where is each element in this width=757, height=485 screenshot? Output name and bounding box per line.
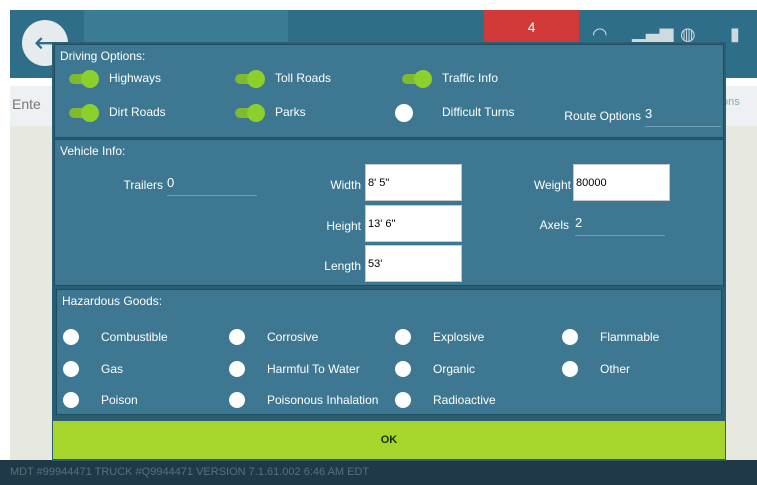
axels-label: Axels: [539, 218, 569, 232]
width-input[interactable]: 8' 5": [365, 164, 462, 201]
axels-field[interactable]: 2: [575, 215, 665, 236]
alert-count-badge[interactable]: 4: [484, 10, 579, 44]
toggle-switch[interactable]: [391, 104, 419, 122]
battery-icon: ▮: [730, 24, 740, 45]
route-options-label: Route Options: [564, 109, 641, 123]
toggle-switch[interactable]: [231, 70, 265, 88]
radio-label: Organic: [433, 362, 476, 376]
radio-dot[interactable]: [229, 329, 245, 345]
radio-dot[interactable]: [395, 392, 411, 408]
app-screen: 4 ◠ ▂▄▆ ◍ ▮ ← Ente ons MDT #99944471 TRU…: [0, 0, 757, 485]
radio-dot[interactable]: [63, 361, 79, 377]
toggle-switch[interactable]: [398, 70, 432, 88]
toggle-difficult-turns[interactable]: Difficult Turns: [391, 103, 541, 125]
radio-label: Explosive: [433, 330, 485, 344]
haz-radioactive[interactable]: Radioactive: [395, 390, 545, 410]
radio-label: Gas: [101, 362, 124, 376]
toggle-switch[interactable]: [65, 104, 99, 122]
height-input[interactable]: 13' 6": [365, 205, 462, 242]
toggle-dirt-roads[interactable]: Dirt Roads: [65, 103, 205, 125]
radio-dot[interactable]: [562, 329, 578, 345]
vehicle-info-section: Vehicle Info: Trailers 0 Width 8' 5" Hei…: [54, 139, 724, 286]
weight-label: Weight: [533, 178, 571, 192]
radio-label: Flammable: [600, 330, 660, 344]
radio-label: Other: [600, 362, 631, 376]
driving-options-section: Driving Options: Highways Toll Roads Tra…: [54, 44, 724, 138]
status-icons: ◠ ▂▄▆ ◍ ▮: [580, 10, 757, 45]
radio-label: Combustible: [101, 330, 168, 344]
radio-label: Corrosive: [267, 330, 319, 344]
toggle-label: Dirt Roads: [109, 105, 166, 119]
toggle-label: Highways: [109, 71, 162, 85]
length-input[interactable]: 53': [365, 245, 462, 282]
haz-poisonous-inhalation[interactable]: Poisonous Inhalation: [229, 390, 394, 410]
toggle-parks[interactable]: Parks: [231, 103, 371, 125]
haz-poison[interactable]: Poison: [63, 390, 213, 410]
toggle-switch[interactable]: [231, 104, 265, 122]
trailers-label: Trailers: [123, 178, 163, 192]
width-label: Width: [330, 178, 361, 192]
toggle-label: Difficult Turns: [442, 105, 515, 119]
search-input[interactable]: Ente: [12, 96, 41, 112]
haz-flammable[interactable]: Flammable: [562, 327, 712, 347]
radio-dot[interactable]: [395, 361, 411, 377]
haz-organic[interactable]: Organic: [395, 359, 545, 379]
radio-label: Poison: [101, 393, 138, 407]
radio-label: Harmful To Water: [267, 362, 360, 376]
haz-other[interactable]: Other: [562, 359, 712, 379]
haz-corrosive[interactable]: Corrosive: [229, 327, 379, 347]
haz-gas[interactable]: Gas: [63, 359, 213, 379]
toggle-toll-roads[interactable]: Toll Roads: [231, 69, 371, 91]
height-label: Height: [326, 219, 361, 233]
radio-dot[interactable]: [63, 392, 79, 408]
ok-button[interactable]: OK: [53, 421, 725, 459]
route-options-dialog: Driving Options: Highways Toll Roads Tra…: [52, 42, 726, 461]
radio-label: Radioactive: [433, 393, 496, 407]
radio-dot[interactable]: [63, 329, 79, 345]
radio-dot[interactable]: [562, 361, 578, 377]
toggle-label: Parks: [275, 105, 306, 119]
haz-harmful-to-water[interactable]: Harmful To Water: [229, 359, 379, 379]
weight-input[interactable]: 80000: [573, 164, 670, 201]
route-options-field[interactable]: 3: [645, 106, 721, 127]
section-title: Driving Options:: [60, 49, 146, 63]
section-title: Vehicle Info:: [60, 144, 126, 158]
trailers-field[interactable]: 0: [167, 175, 257, 196]
radio-label: Poisonous Inhalation: [267, 393, 379, 407]
toggle-traffic-info[interactable]: Traffic Info: [398, 69, 538, 91]
toggle-label: Toll Roads: [275, 71, 332, 85]
section-title: Hazardous Goods:: [62, 294, 163, 308]
radio-dot[interactable]: [395, 329, 411, 345]
radio-dot[interactable]: [229, 392, 245, 408]
length-label: Length: [324, 259, 361, 273]
toggle-label: Traffic Info: [442, 71, 499, 85]
radio-dot[interactable]: [229, 361, 245, 377]
haz-combustible[interactable]: Combustible: [63, 327, 213, 347]
haz-explosive[interactable]: Explosive: [395, 327, 545, 347]
toggle-switch[interactable]: [65, 70, 99, 88]
footer-status: MDT #99944471 TRUCK #Q9944471 VERSION 7.…: [0, 460, 757, 485]
hazardous-goods-section: Hazardous Goods: Combustible Corrosive E…: [56, 289, 722, 415]
toggle-highways[interactable]: Highways: [65, 69, 205, 91]
